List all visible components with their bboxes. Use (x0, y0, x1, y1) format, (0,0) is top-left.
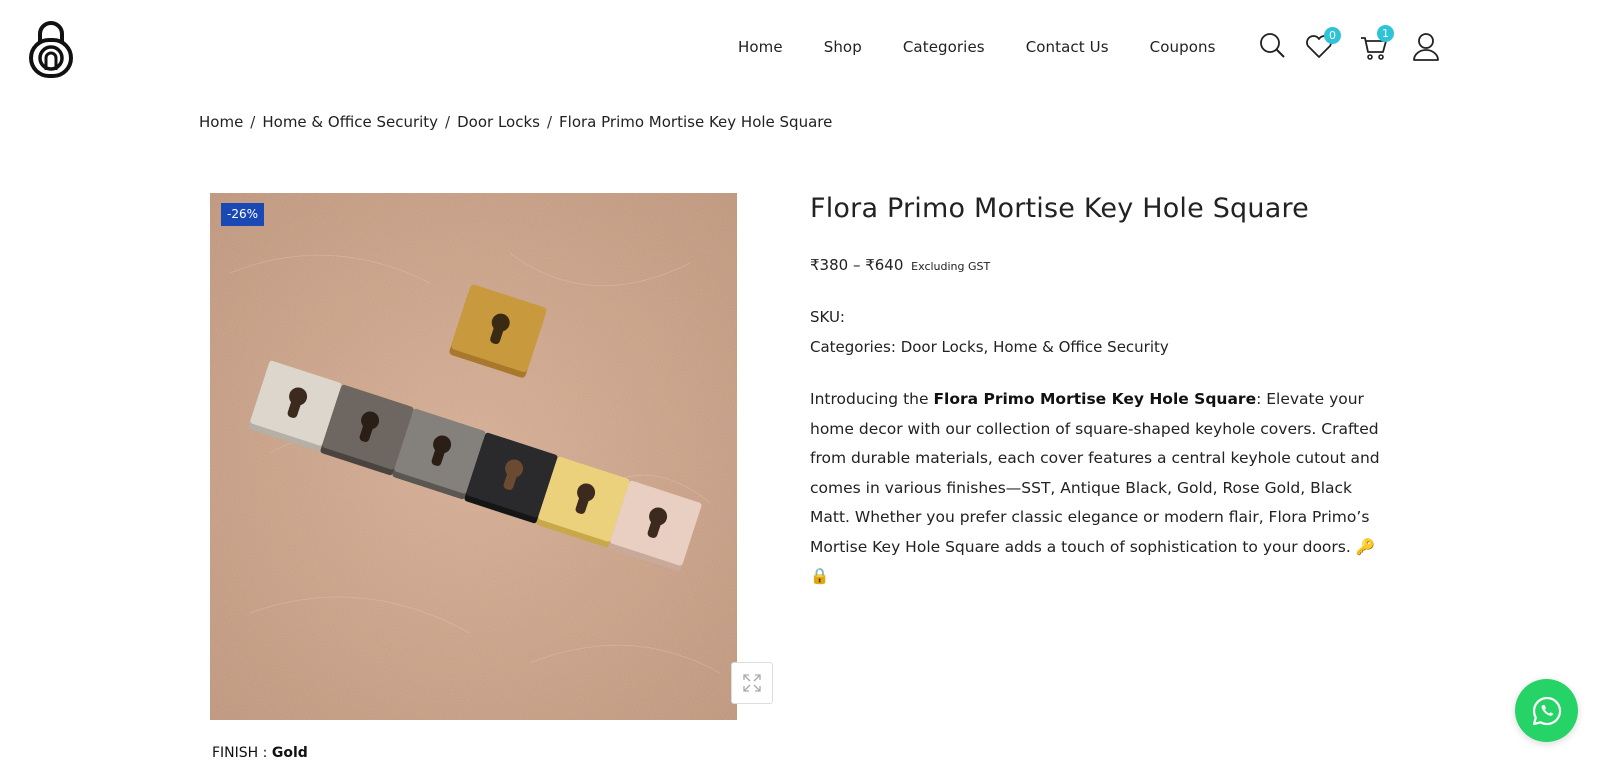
categories-label: Categories: (810, 338, 896, 356)
zoom-button[interactable] (731, 662, 773, 704)
product-image[interactable] (210, 193, 737, 720)
breadcrumb: Home / Home & Office Security / Door Loc… (199, 113, 832, 131)
sale-badge: -26% (221, 203, 265, 226)
category-link-home-office-security[interactable]: Home & Office Security (993, 338, 1169, 356)
breadcrumb-separator: / (445, 113, 451, 131)
breadcrumb-door-locks[interactable]: Door Locks (457, 113, 540, 131)
nav-contact-us[interactable]: Contact Us (1026, 38, 1109, 56)
price-range: ₹380 – ₹640 (810, 256, 904, 274)
desc-body: : Elevate your home decor with our colle… (810, 390, 1380, 585)
account-button[interactable] (1411, 30, 1441, 62)
finish-row: FINISH : Gold (212, 745, 308, 761)
whatsapp-button[interactable] (1515, 679, 1578, 742)
whatsapp-icon (1532, 696, 1561, 725)
nav-shop[interactable]: Shop (824, 38, 862, 56)
wishlist-button[interactable]: 0 (1304, 27, 1341, 62)
product-categories: Categories: Door Locks, Home & Office Se… (810, 338, 1169, 356)
user-icon (1413, 33, 1439, 61)
site-logo[interactable] (28, 18, 74, 78)
product-description: Introducing the Flora Primo Mortise Key … (810, 385, 1390, 592)
search-icon[interactable] (1258, 30, 1288, 62)
main-nav: Home Shop Categories Contact Us Coupons (738, 38, 1216, 56)
breadcrumb-home-office-security[interactable]: Home & Office Security (262, 113, 438, 131)
wishlist-count-badge: 0 (1324, 27, 1341, 44)
product-price: ₹380 – ₹640 Excluding GST (810, 256, 990, 274)
breadcrumb-home[interactable]: Home (199, 113, 243, 131)
cart-button[interactable]: 1 (1359, 25, 1394, 62)
product-title: Flora Primo Mortise Key Hole Square (810, 193, 1309, 224)
breadcrumb-separator: / (546, 113, 553, 131)
finish-value: Gold (271, 745, 308, 761)
finish-label: FINISH : (212, 745, 272, 761)
cart-count-badge: 1 (1377, 25, 1394, 42)
price-note: Excluding GST (911, 260, 991, 273)
nav-coupons[interactable]: Coupons (1150, 38, 1216, 56)
expand-icon (743, 674, 761, 692)
nav-home[interactable]: Home (738, 38, 783, 56)
breadcrumb-separator: / (250, 113, 256, 131)
desc-product-name: Flora Primo Mortise Key Hole Square (933, 390, 1257, 408)
breadcrumb-current: Flora Primo Mortise Key Hole Square (559, 113, 833, 131)
category-link-door-locks[interactable]: Door Locks (901, 338, 984, 356)
nav-categories[interactable]: Categories (903, 38, 985, 56)
sku: SKU: (810, 308, 845, 326)
desc-intro: Introducing the (810, 390, 934, 408)
